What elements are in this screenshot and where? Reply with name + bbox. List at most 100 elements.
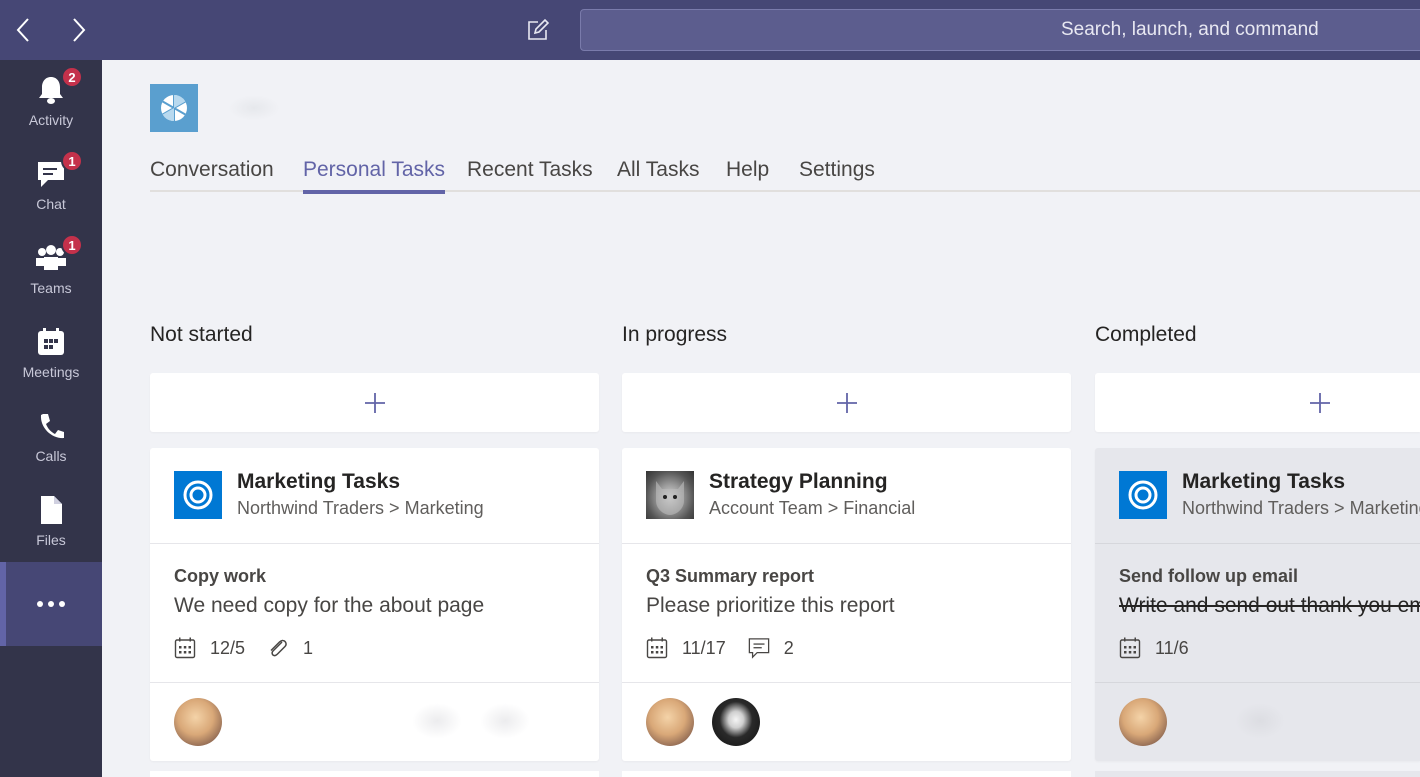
activity-badge: 2 [61,66,83,88]
card-body: Q3 Summary report Please prioritize this… [622,544,1071,683]
column-title-not-started: Not started [150,323,253,346]
tab-personal-tasks[interactable]: Personal Tasks [303,158,446,194]
card-header: Marketing Tasks Northwind Traders > Mark… [1095,448,1420,544]
planner-icon [174,471,222,519]
tab-all-tasks[interactable]: All Tasks [617,158,699,192]
comment-icon [748,637,770,659]
tab-settings[interactable]: Settings [799,158,875,192]
avatar-redacted [480,703,530,739]
teams-icon: 1 [35,234,83,274]
compose-button[interactable] [522,14,554,46]
forward-button[interactable] [61,12,97,48]
plan-title: Marketing Tasks [237,470,401,493]
task-card-completed[interactable]: Marketing Tasks Northwind Traders > Mark… [1095,448,1420,761]
calendar-icon [174,637,196,659]
task-description: Write and send out thank you emails [1119,594,1420,617]
card-body: Copy work We need copy for the about pag… [150,544,599,683]
task-description: We need copy for the about page [174,594,485,617]
task-description: Please prioritize this report [646,594,895,617]
chat-icon: 1 [35,150,83,190]
tab-recent-tasks[interactable]: Recent Tasks [467,158,593,192]
top-bar [0,0,1420,60]
task-meta: 11/17 2 [646,636,816,660]
plan-cat-image-icon [646,471,694,519]
card-body: Send follow up email Write and send out … [1095,544,1420,683]
plan-path: Northwind Traders > Marketing [1182,498,1420,518]
avatar[interactable] [646,698,694,746]
calendar-icon [646,637,668,659]
calendar-icon [1119,637,1141,659]
plus-icon [1310,392,1330,413]
rail-item-chat[interactable]: 1 Chat [0,144,102,228]
bell-icon: 2 [35,66,83,106]
calendar-icon [35,326,67,358]
avatar-redacted [1235,703,1285,739]
rail-item-calls[interactable]: Calls [0,396,102,480]
add-task-button[interactable] [1095,373,1420,432]
task-title: Q3 Summary report [646,566,815,586]
paperclip-icon [267,637,289,659]
app-name-redacted [228,95,280,121]
plan-title: Marketing Tasks [1182,470,1346,493]
rail-item-meetings[interactable]: Meetings [0,312,102,396]
column-title-completed: Completed [1095,323,1197,346]
add-task-button[interactable] [622,373,1071,432]
app-logo-icon [150,84,198,132]
card-header: Strategy Planning Account Team > Financi… [622,448,1071,544]
next-task-card-peek [1095,771,1420,777]
task-title: Send follow up email [1119,566,1299,586]
file-icon [35,494,67,526]
search-input[interactable] [581,10,1420,50]
comment-count: 2 [783,637,794,658]
rail-item-teams[interactable]: 1 Teams [0,228,102,312]
due-date: 11/6 [1155,637,1189,658]
card-header: Marketing Tasks Northwind Traders > Mark… [150,448,599,544]
back-button[interactable] [5,12,41,48]
avatar[interactable] [174,698,222,746]
tab-help[interactable]: Help [726,158,769,192]
rail-item-label: Files [36,532,66,548]
planner-icon [1119,471,1167,519]
due-date: 12/5 [210,637,246,658]
rail-item-files[interactable]: Files [0,480,102,564]
task-meta: 11/6 [1119,636,1211,660]
plan-path: Northwind Traders > Marketing [237,498,484,518]
card-assignees [622,683,1071,761]
rail-item-label: Teams [30,280,72,296]
chevron-left-icon [16,18,29,42]
task-card[interactable]: Marketing Tasks Northwind Traders > Mark… [150,448,599,761]
next-task-card-peek [150,771,599,777]
rail-item-label: Calls [35,448,67,464]
card-assignees [150,683,599,761]
next-task-card-peek [622,771,1071,777]
search-box[interactable] [580,9,1420,51]
card-assignees [1095,683,1420,761]
rail-more-button[interactable] [0,562,102,646]
avatar-redacted [412,703,462,739]
compose-icon [528,18,550,40]
task-title: Copy work [174,566,267,586]
task-meta: 12/5 1 [174,636,335,660]
plan-title: Strategy Planning [709,470,888,493]
avatar[interactable] [712,698,760,746]
tab-conversation[interactable]: Conversation [150,158,274,192]
phone-icon [35,410,67,442]
chat-badge: 1 [61,150,83,172]
avatar[interactable] [1119,698,1167,746]
plus-icon [836,392,857,413]
more-icon [37,601,65,607]
column-title-in-progress: In progress [622,323,728,346]
add-task-button[interactable] [150,373,599,432]
rail-item-label: Activity [28,112,74,128]
rail-item-activity[interactable]: 2 Activity [0,60,102,144]
plus-icon [364,392,385,413]
rail-item-label: Meetings [22,364,80,380]
due-date: 11/17 [682,637,726,658]
app-rail: 2 Activity 1 Chat 1 Teams Meetings Calls… [0,60,102,777]
tab-bar: Conversation Personal Tasks Recent Tasks… [150,158,1420,194]
teams-badge: 1 [61,234,83,256]
rail-item-label: Chat [36,196,66,212]
plan-path: Account Team > Financial [709,498,916,518]
task-card[interactable]: Strategy Planning Account Team > Financi… [622,448,1071,761]
chevron-right-icon [73,18,86,42]
